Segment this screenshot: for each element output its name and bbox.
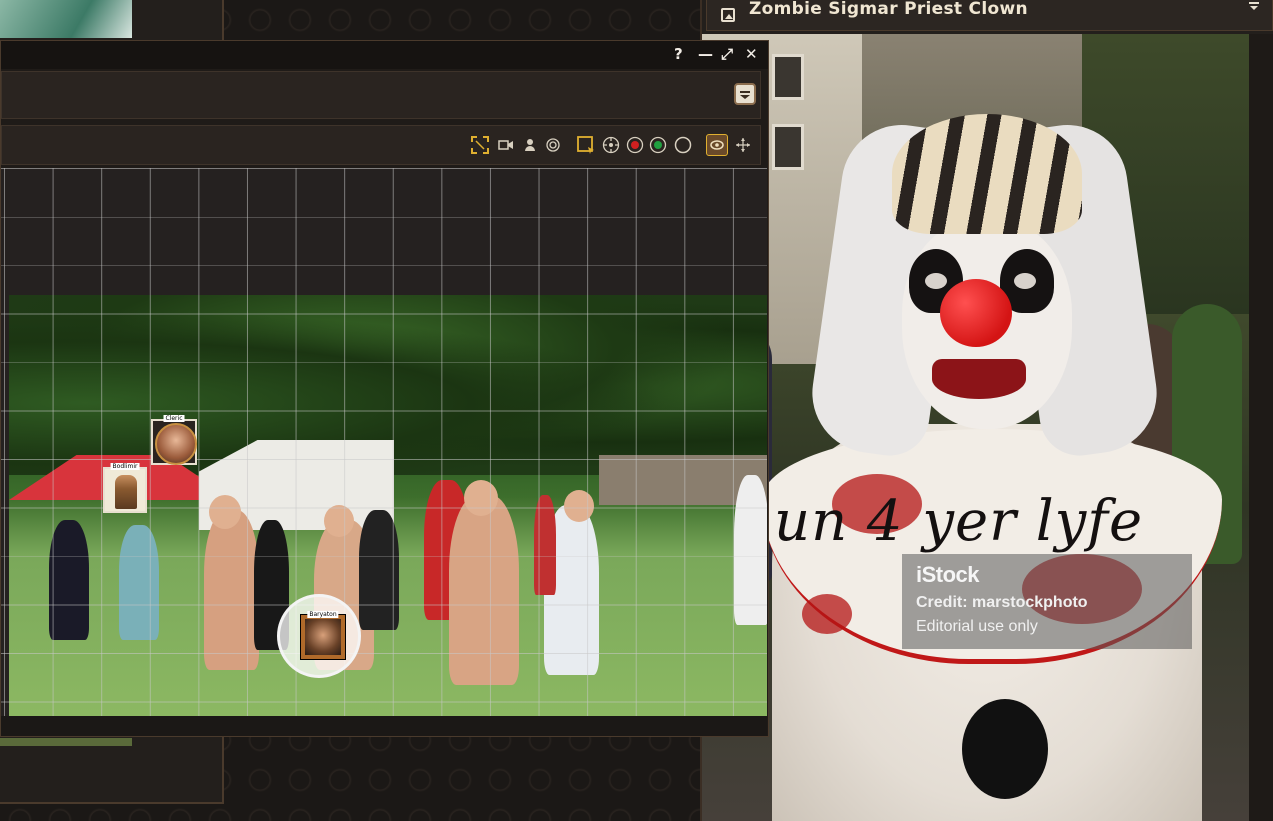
visibility-icon[interactable] <box>706 134 728 156</box>
background-thumbnail-bottom <box>0 738 132 746</box>
clown-nose <box>940 279 1012 347</box>
help-icon[interactable]: ? <box>674 45 683 63</box>
token-label: Bodlimir <box>110 463 140 470</box>
map-grid <box>1 168 767 716</box>
handout-title: Zombie Sigmar Priest Clown <box>749 0 1028 19</box>
handout-menu-icon[interactable] <box>1248 0 1260 12</box>
token-label: Baryaton <box>307 611 339 618</box>
watermark-note: Editorial use only <box>916 618 1038 635</box>
map-header-bar <box>1 71 761 119</box>
watermark-box: iStock Credit: marstockphoto Editorial u… <box>902 554 1192 649</box>
map-canvas[interactable]: Cleric Bodlimir Baryaton <box>1 168 767 716</box>
image-icon <box>721 8 735 22</box>
token-label: Cleric <box>163 415 185 422</box>
enemy-target-icon[interactable] <box>626 136 644 154</box>
image-caption: un 4 yer lyfe <box>774 489 1144 554</box>
background-thumbnail <box>0 0 132 38</box>
clown-cap <box>892 114 1082 234</box>
watermark-credit: Credit: marstockphoto <box>916 594 1088 611</box>
map-window-titlebar[interactable]: ? — ⤢ ✕ <box>1 41 768 69</box>
token-baryaton[interactable]: Baryaton <box>277 594 361 678</box>
map-footer <box>1 716 767 736</box>
cleric-portrait <box>155 423 197 465</box>
fit-view-icon[interactable] <box>471 136 489 154</box>
map-menu-button[interactable] <box>734 83 756 105</box>
crosshair-icon[interactable] <box>602 136 620 154</box>
map-toolbar <box>1 125 761 165</box>
handout-image: un 4 yer lyfe iStock Credit: marstockpho… <box>702 34 1249 821</box>
watermark-logo: iStock <box>916 562 980 587</box>
handout-scrollbar[interactable] <box>1249 34 1273 821</box>
camera-icon[interactable] <box>497 136 515 154</box>
target-icon[interactable] <box>544 136 562 154</box>
blood-splatter <box>802 594 852 634</box>
token-bodlimir[interactable]: Bodlimir <box>103 463 147 513</box>
user-icon[interactable] <box>521 136 539 154</box>
maximize-icon[interactable]: ⤢ <box>721 45 733 63</box>
baryaton-frame: Baryaton <box>300 611 346 660</box>
handout-header[interactable]: Zombie Sigmar Priest Clown <box>706 0 1273 31</box>
clear-target-icon[interactable] <box>674 136 692 154</box>
close-icon[interactable]: ✕ <box>745 45 758 63</box>
map-window: ? — ⤢ ✕ Cleric Bodlimir Baryaton <box>0 40 769 737</box>
token-cleric[interactable]: Cleric <box>151 415 197 465</box>
baryaton-portrait <box>305 619 341 655</box>
clown-pompom <box>962 699 1048 799</box>
select-area-icon[interactable] <box>577 136 595 154</box>
handout-window: Zombie Sigmar Priest Clown un 4 yer lyfe <box>700 0 1273 821</box>
clown-mouth <box>932 359 1026 399</box>
bodlimir-portrait <box>115 475 137 509</box>
move-icon[interactable] <box>734 136 752 154</box>
ally-target-icon[interactable] <box>649 136 667 154</box>
minimize-icon[interactable]: — <box>698 45 713 63</box>
